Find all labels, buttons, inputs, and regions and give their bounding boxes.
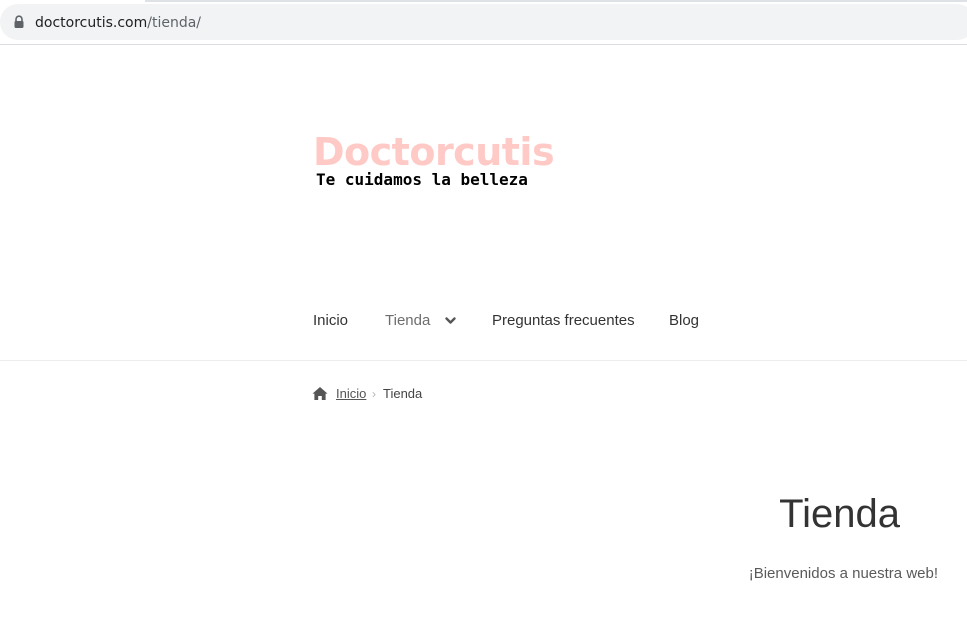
nav-item-preguntas-frecuentes[interactable]: Preguntas frecuentes [492,308,635,334]
url-text[interactable]: doctorcutis.com/tienda/ [35,15,201,31]
site-logo[interactable]: Doctorcutis Te cuidamos la belleza [313,130,555,194]
browser-address-bar: doctorcutis.com/tienda/ [0,0,967,45]
breadcrumb-current: Tienda [383,386,423,401]
url-field[interactable]: doctorcutis.com/tienda/ [0,4,967,40]
home-icon [312,386,328,401]
breadcrumb-home-link[interactable]: Inicio [336,385,366,403]
url-path: /tienda/ [147,15,202,31]
page-title: Tienda [779,492,900,536]
nav-item-tienda[interactable]: Tienda [385,308,430,334]
header-divider [0,360,967,361]
breadcrumb-separator: › [372,387,376,401]
logo-tagline: Te cuidamos la belleza [316,170,528,189]
logo-title: Doctorcutis [313,130,555,174]
nav-item-blog[interactable]: Blog [669,308,699,334]
url-domain: doctorcutis.com [35,15,148,31]
nav-item-inicio[interactable]: Inicio [313,308,348,334]
chevron-down-icon[interactable] [444,314,457,327]
page-intro-text: ¡Bienvenidos a nuestra web! [748,565,938,582]
lock-icon[interactable] [13,15,25,29]
tab-strip-edge [145,0,967,2]
